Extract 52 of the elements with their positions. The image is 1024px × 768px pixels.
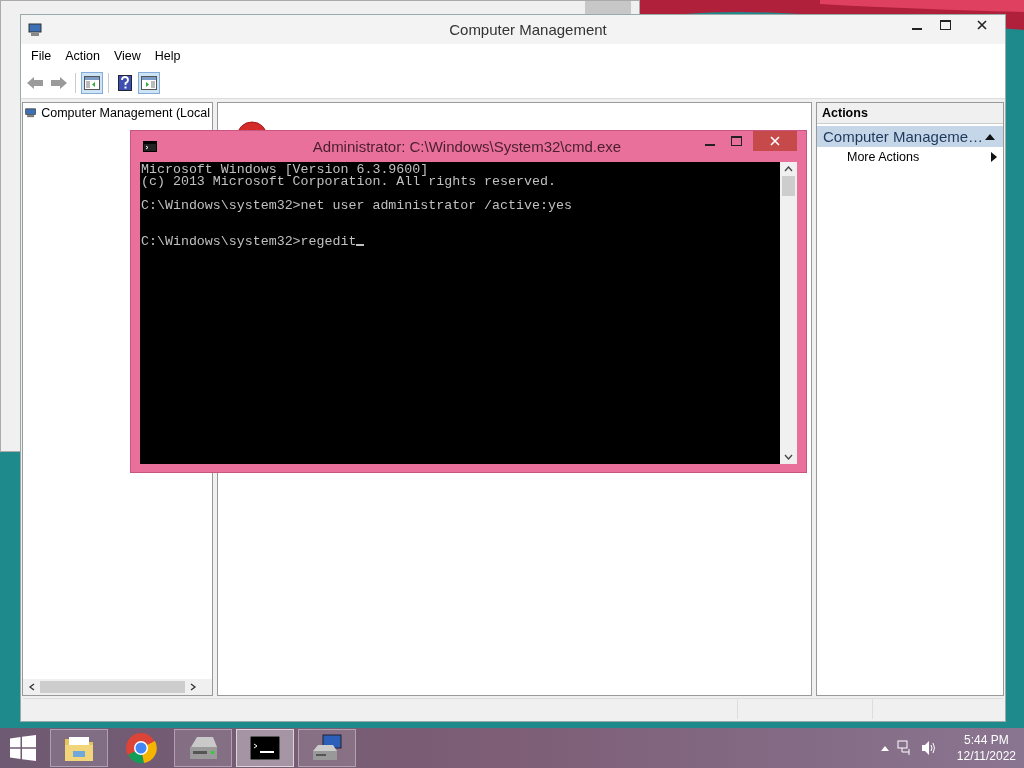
console-line: C:\Windows\system32>net user administrator /active:yes [141, 200, 573, 212]
browser-icon [125, 732, 157, 764]
scroll-thumb[interactable] [40, 681, 185, 693]
console-line: (c) 2013 Microsoft Corporation. All rights reserved. [141, 176, 557, 188]
actions-section-header[interactable]: Computer Manageme… [817, 126, 1003, 147]
minimize-icon [912, 27, 922, 30]
pane-icon [84, 76, 100, 90]
pane-icon [141, 76, 157, 90]
console-icon [250, 736, 280, 760]
maximize-icon [939, 20, 951, 30]
window-title: Computer Management [448, 21, 608, 38]
taskbar-app[interactable] [236, 729, 294, 767]
forward-arrow-icon [50, 76, 68, 90]
network-icon[interactable] [896, 740, 913, 756]
toolbar-button[interactable] [138, 72, 160, 94]
clock[interactable]: 5:44 PM 12/11/2022 [956, 732, 1016, 764]
windows-logo-icon [10, 735, 36, 761]
minimize-icon [705, 143, 715, 146]
speaker-icon[interactable] [920, 740, 937, 756]
action-item[interactable]: More Actions [817, 147, 1003, 167]
toolbar-button[interactable] [81, 72, 103, 94]
chevron-up-icon[interactable] [784, 165, 793, 173]
clock-date: 12/11/2022 [956, 748, 1016, 764]
menu-item[interactable]: File [25, 49, 58, 63]
menu-item[interactable]: View [107, 49, 147, 63]
chevron-left-icon[interactable] [28, 683, 36, 691]
console-icon [143, 141, 157, 152]
console-line: Microsoft Windows [Version 6.3.9600] [141, 164, 430, 176]
clock-time: 5:44 PM [964, 732, 1009, 748]
computer-icon [27, 21, 43, 38]
close-icon [977, 20, 987, 30]
back-arrow-icon [26, 76, 44, 90]
scrollbar[interactable] [780, 162, 797, 464]
submenu-arrow-icon [991, 152, 997, 162]
actions-header: Actions [817, 103, 1003, 124]
chevron-right-icon[interactable] [189, 683, 197, 691]
menu-item[interactable]: Help [148, 49, 187, 63]
close-button[interactable] [753, 131, 797, 151]
scrollbar[interactable] [23, 679, 212, 695]
help-icon [118, 75, 132, 91]
close-icon [770, 136, 780, 146]
console-line: C:\Windows\system32>regedit [141, 236, 780, 248]
caret-up-icon[interactable] [880, 745, 889, 751]
scroll-thumb[interactable] [782, 176, 795, 196]
window-title: Administrator: C:\Windows\System32\cmd.exe [311, 138, 623, 155]
computer-icon [25, 106, 37, 120]
computer-icon [311, 733, 343, 763]
menu-item[interactable]: Action [59, 49, 106, 63]
collapse-icon [985, 133, 995, 140]
maximize-icon [730, 136, 742, 146]
chevron-down-icon[interactable] [784, 453, 793, 461]
tree-item[interactable]: Computer Management (Local [25, 104, 210, 122]
